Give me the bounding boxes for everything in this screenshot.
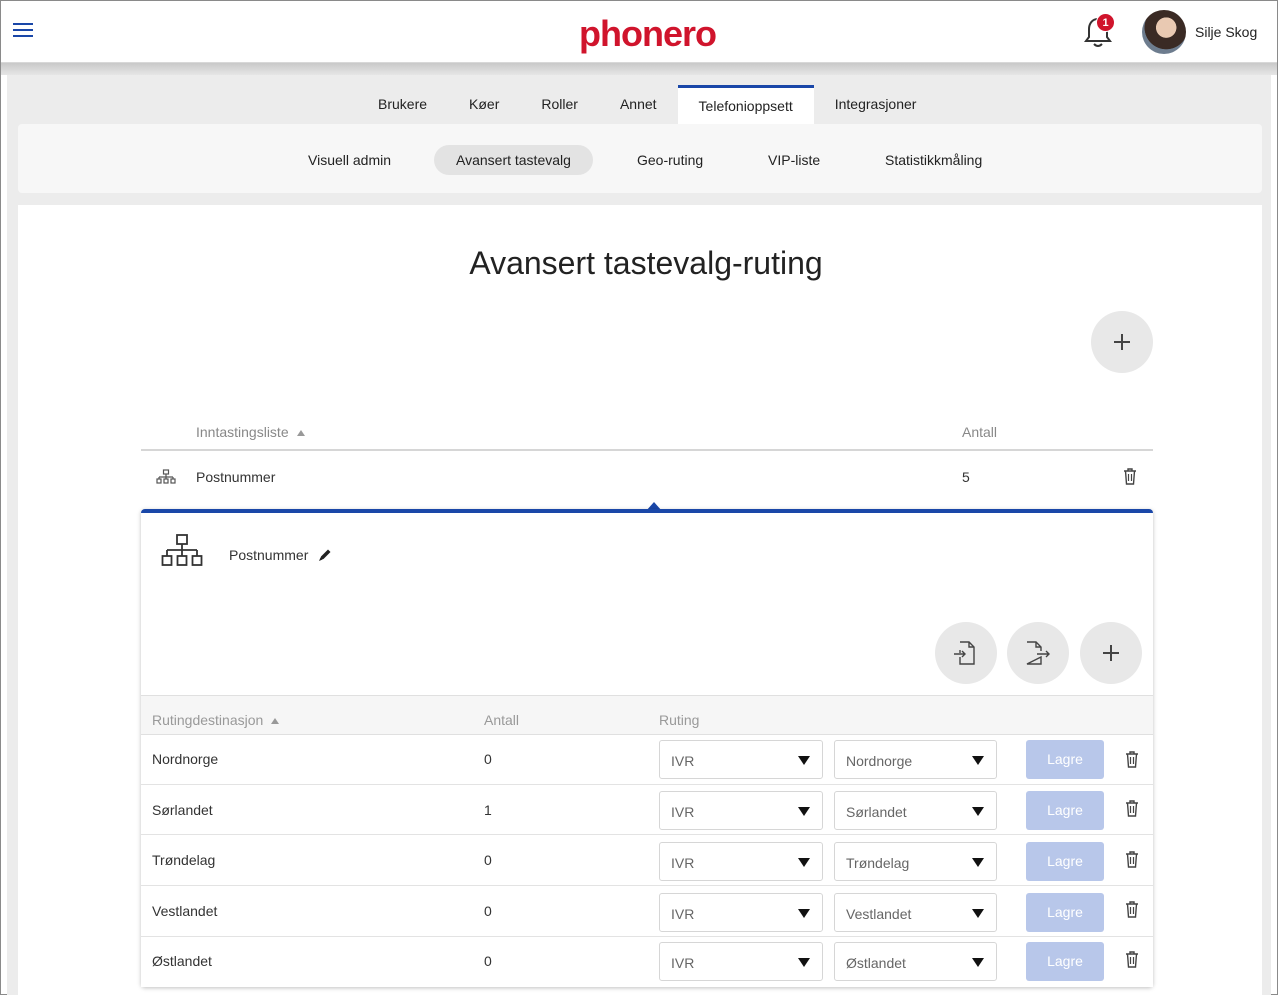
subtab-statistikkmaling[interactable]: Statistikkmåling [863,145,1004,175]
save-button[interactable]: Lagre [1026,942,1104,981]
routing-type-select[interactable]: IVR [659,942,823,981]
row-destination: Vestlandet [152,903,218,919]
chevron-down-icon [798,909,810,918]
routing-type-select[interactable]: IVR [659,893,823,932]
trash-icon[interactable] [1123,468,1137,485]
trash-icon[interactable] [1125,951,1139,968]
user-name[interactable]: Silje Skog [1195,24,1257,40]
table-row: Nordnorge 0 IVR Nordnorge Lagre [141,735,1153,785]
header-shadow [1,63,1277,75]
column-header-antall: Antall [962,424,998,440]
chevron-down-icon [972,858,984,867]
detail-name: Postnummer [229,547,309,563]
trash-icon[interactable] [1125,851,1139,868]
routing-table-header: Rutingdestinasjon Antall Ruting [141,695,1153,735]
chevron-down-icon [798,807,810,816]
row-destination: Trøndelag [152,852,216,868]
save-button[interactable]: Lagre [1026,740,1104,779]
list-item-count: 5 [962,469,970,485]
tab-brukere[interactable]: Brukere [357,85,448,124]
list-header: Inntastingsliste Antall [141,421,1153,451]
chevron-down-icon [972,958,984,967]
chevron-down-icon [972,909,984,918]
row-destination: Sørlandet [152,802,213,818]
chevron-down-icon [798,858,810,867]
avatar[interactable] [1142,10,1186,54]
tab-annet[interactable]: Annet [599,85,678,124]
save-button[interactable]: Lagre [1026,893,1104,932]
logo[interactable]: phonero [579,13,717,55]
row-count: 0 [484,953,492,969]
table-row: Vestlandet 0 IVR Vestlandet Lagre [141,887,1153,937]
file-import-icon [954,641,975,665]
chevron-down-icon [972,756,984,765]
chevron-down-icon [798,756,810,765]
file-export-icon [1026,641,1050,665]
edit-pencil-icon[interactable] [318,548,332,562]
tab-telefonioppsett[interactable]: Telefonioppsett [677,85,814,124]
trash-icon[interactable] [1125,800,1139,817]
trash-icon[interactable] [1125,751,1139,768]
menu-icon[interactable] [13,23,33,39]
routing-type-select[interactable]: IVR [659,740,823,779]
chevron-down-icon [972,807,984,816]
trash-icon[interactable] [1125,901,1139,918]
column-header-inntastingsliste[interactable]: Inntastingsliste [196,424,306,440]
chevron-down-icon [798,958,810,967]
sort-asc-icon [296,430,305,436]
routing-type-select[interactable]: IVR [659,791,823,830]
hierarchy-large-icon [161,534,203,566]
list-row[interactable]: Postnummer 5 [141,453,1153,501]
plus-icon [1114,334,1130,350]
table-row: Sørlandet 1 IVR Sørlandet Lagre [141,785,1153,835]
subtab-vip-liste[interactable]: VIP-liste [746,145,842,175]
column-header-antall: Antall [484,712,520,728]
subtab-avansert-tastevalg[interactable]: Avansert tastevalg [434,145,593,175]
row-destination: Nordnorge [152,751,219,767]
routing-target-select[interactable]: Vestlandet [834,893,997,932]
sort-asc-icon [271,718,280,724]
routing-target-select[interactable]: Sørlandet [834,791,997,830]
tab-integrasjoner[interactable]: Integrasjoner [814,85,938,124]
row-count: 1 [484,802,492,818]
table-row: Trøndelag 0 IVR Trøndelag Lagre [141,836,1153,886]
tab-roller[interactable]: Roller [520,85,599,124]
column-header-ruting: Ruting [659,712,700,728]
export-button[interactable] [1007,622,1069,684]
add-list-button[interactable] [1091,311,1153,373]
top-bar: phonero 1 Silje Skog [1,1,1277,63]
hierarchy-icon [156,469,176,484]
list-item-name: Postnummer [196,469,276,485]
row-count: 0 [484,852,492,868]
import-button[interactable] [935,622,997,684]
main-tabs: Brukere Køer Roller Annet Telefonioppset… [357,85,937,125]
routing-target-select[interactable]: Trøndelag [834,842,997,881]
row-count: 0 [484,903,492,919]
save-button[interactable]: Lagre [1026,842,1104,881]
routing-target-select[interactable]: Nordnorge [834,740,997,779]
add-destination-button[interactable] [1080,622,1142,684]
save-button[interactable]: Lagre [1026,791,1104,830]
routing-target-select[interactable]: Østlandet [834,942,997,981]
tab-koer[interactable]: Køer [448,85,520,124]
table-row: Østlandet 0 IVR Østlandet Lagre [141,937,1153,987]
plus-icon [1103,645,1119,661]
subtab-geo-ruting[interactable]: Geo-ruting [615,145,725,175]
notification-badge: 1 [1096,13,1115,32]
page-title: Avansert tastevalg-ruting [469,245,823,281]
subtab-visuell-admin[interactable]: Visuell admin [286,145,413,175]
row-destination: Østlandet [152,953,212,969]
row-count: 0 [484,751,492,767]
routing-type-select[interactable]: IVR [659,842,823,881]
column-header-rutingdestinasjon[interactable]: Rutingdestinasjon [152,712,280,728]
